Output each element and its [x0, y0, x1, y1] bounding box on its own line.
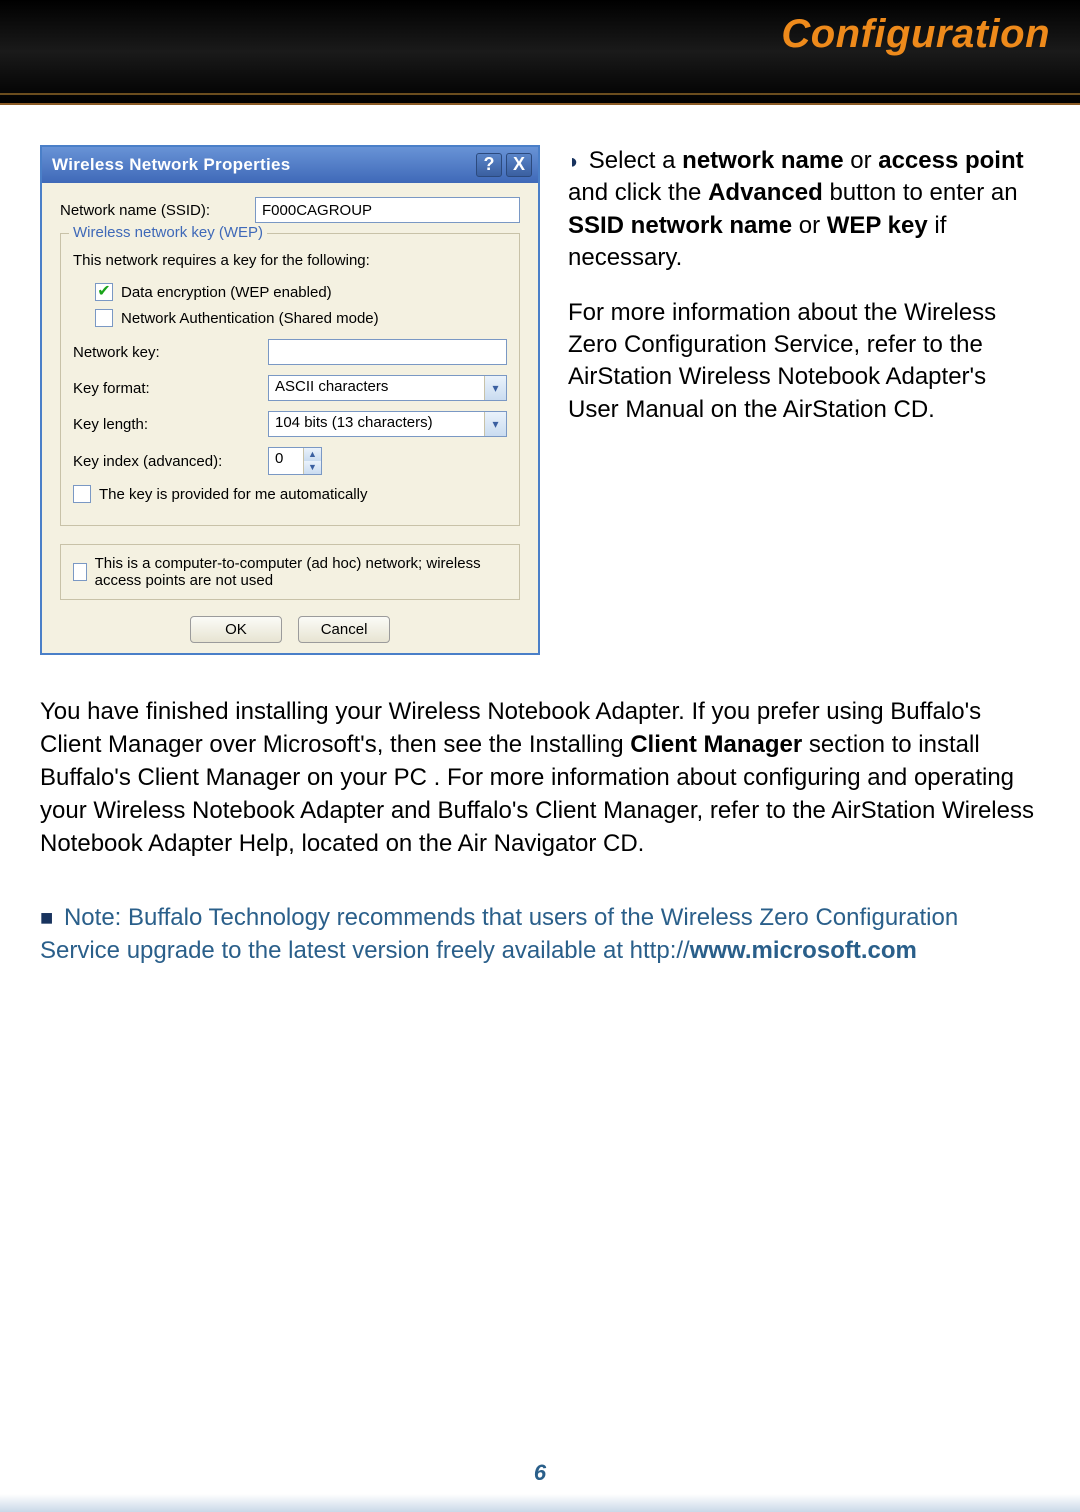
key-index-spinner[interactable]: 0 ▲ ▼	[268, 447, 322, 475]
ssid-input[interactable]	[255, 197, 520, 223]
key-format-value: ASCII characters	[269, 376, 484, 400]
page-header: Configuration	[0, 0, 1080, 105]
network-key-input[interactable]	[268, 339, 507, 365]
body-paragraph: You have finished installing your Wirele…	[40, 695, 1040, 861]
page-content: Wireless Network Properties ? X Network …	[0, 105, 1080, 967]
network-auth-label: Network Authentication (Shared mode)	[121, 310, 379, 327]
key-length-label: Key length:	[73, 416, 268, 433]
key-length-value: 104 bits (13 characters)	[269, 412, 484, 436]
network-key-label: Network key:	[73, 344, 268, 361]
side-instructions: ◗ Select a network name or access point …	[568, 145, 1040, 655]
key-index-label: Key index (advanced):	[73, 453, 268, 470]
side-more-info: For more information about the Wireless …	[568, 297, 1040, 427]
footer-gradient	[0, 1494, 1080, 1512]
note-paragraph: ■ Note: Buffalo Technology recommends th…	[40, 901, 1040, 967]
wep-groupbox: Wireless network key (WEP) This network …	[60, 233, 520, 526]
help-icon[interactable]: ?	[476, 153, 502, 177]
adhoc-groupbox: This is a computer-to-computer (ad hoc) …	[60, 544, 520, 600]
dialog-titlebar: Wireless Network Properties ? X	[42, 147, 538, 183]
data-encryption-label: Data encryption (WEP enabled)	[121, 284, 332, 301]
auto-key-label: The key is provided for me automatically	[99, 486, 367, 503]
checkbox-empty-icon	[73, 563, 87, 581]
auto-key-checkbox[interactable]: The key is provided for me automatically	[73, 485, 507, 503]
requires-key-text: This network requires a key for the foll…	[73, 252, 507, 269]
wireless-properties-dialog: Wireless Network Properties ? X Network …	[40, 145, 540, 655]
adhoc-label: This is a computer-to-computer (ad hoc) …	[95, 555, 507, 589]
bullet-icon: ◗	[568, 151, 580, 173]
close-icon[interactable]: X	[506, 153, 532, 177]
cancel-button[interactable]: Cancel	[298, 616, 390, 643]
key-format-label: Key format:	[73, 380, 268, 397]
key-length-select[interactable]: 104 bits (13 characters) ▾	[268, 411, 507, 437]
checkbox-checked-icon: ✔	[95, 283, 113, 301]
wep-group-legend: Wireless network key (WEP)	[69, 224, 267, 241]
ssid-label: Network name (SSID):	[60, 202, 255, 219]
data-encryption-checkbox[interactable]: ✔ Data encryption (WEP enabled)	[95, 283, 507, 301]
checkbox-empty-icon	[95, 309, 113, 327]
dialog-title: Wireless Network Properties	[52, 155, 472, 175]
adhoc-checkbox[interactable]: This is a computer-to-computer (ad hoc) …	[73, 555, 507, 589]
key-format-select[interactable]: ASCII characters ▾	[268, 375, 507, 401]
checkbox-empty-icon	[73, 485, 91, 503]
spinner-down-icon[interactable]: ▼	[303, 461, 321, 474]
page-title: Configuration	[781, 12, 1050, 57]
chevron-down-icon: ▾	[484, 376, 506, 400]
chevron-down-icon: ▾	[484, 412, 506, 436]
spinner-up-icon[interactable]: ▲	[303, 448, 321, 461]
network-auth-checkbox[interactable]: Network Authentication (Shared mode)	[95, 309, 507, 327]
ok-button[interactable]: OK	[190, 616, 282, 643]
page-number: 6	[0, 1460, 1080, 1486]
note-marker-icon: ■	[40, 905, 53, 930]
key-index-value: 0	[269, 448, 303, 474]
